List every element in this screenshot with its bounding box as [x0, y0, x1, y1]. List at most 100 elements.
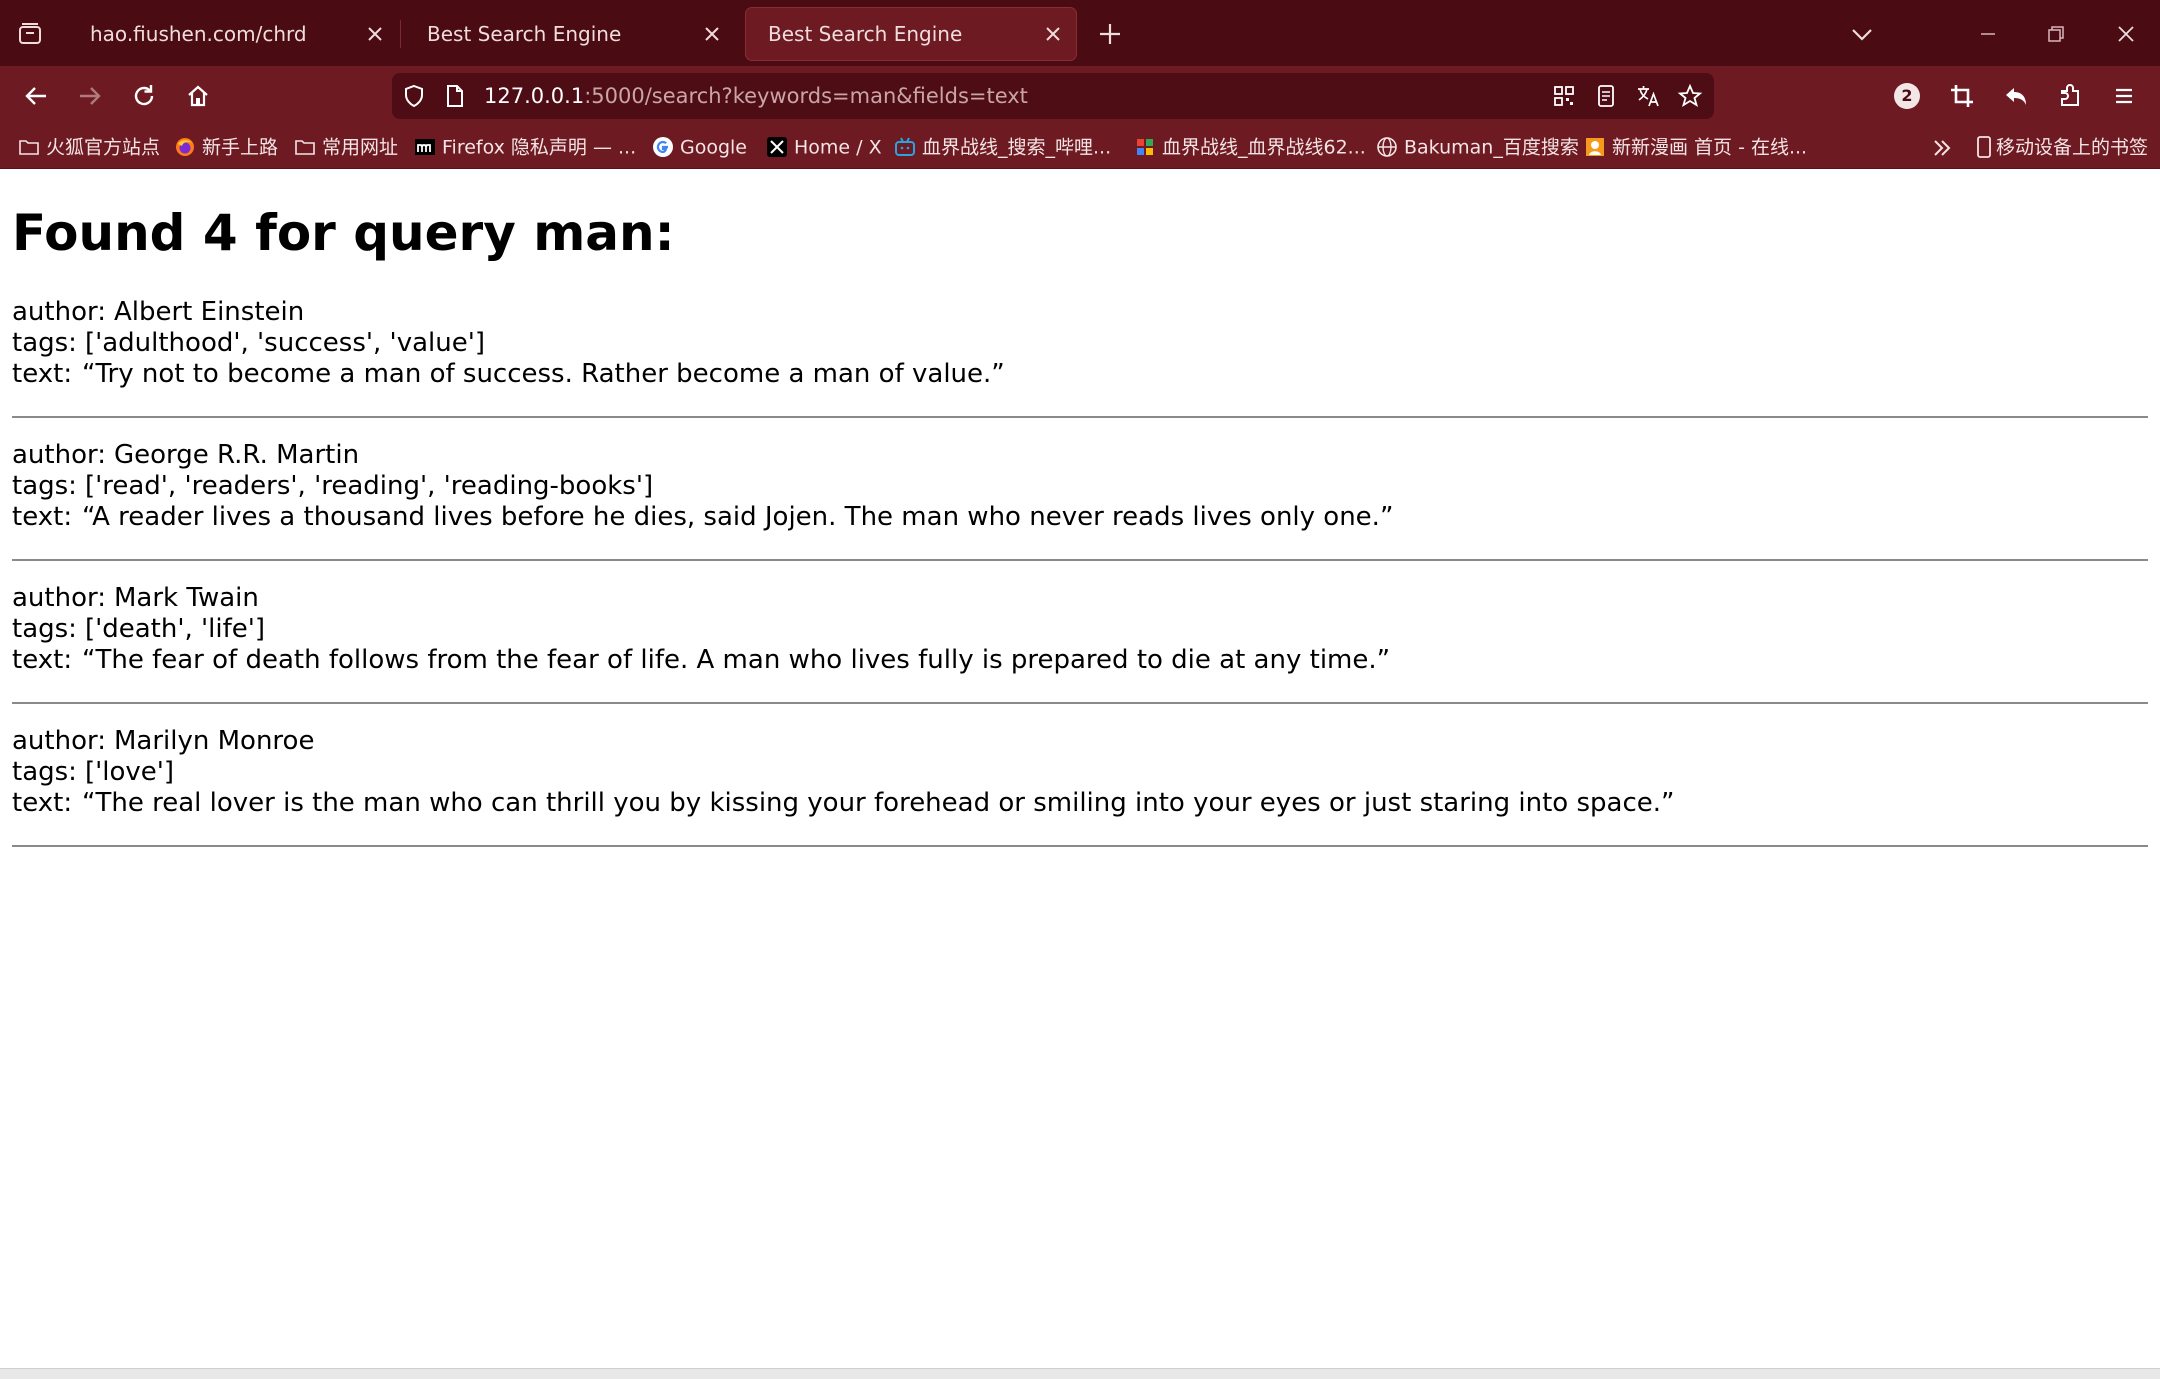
page-icon[interactable]: [440, 82, 468, 110]
tab-1[interactable]: hao.fiushen.com/chrd: [68, 8, 398, 60]
url-text[interactable]: 127.0.0.1:5000/search?keywords=man&field…: [484, 73, 1028, 119]
author-label: author:: [12, 440, 106, 470]
mobile-device-icon: [1977, 136, 1991, 158]
bookmarks-bar: 火狐官方站点 新手上路 常用网址 Firefox 隐私声明 — ... Goog…: [0, 126, 2160, 169]
minimize-icon[interactable]: [1968, 14, 2008, 54]
tab-title: Best Search Engine: [768, 22, 963, 46]
chevron-double-right-icon[interactable]: [1928, 134, 1956, 162]
close-icon[interactable]: [1040, 21, 1066, 47]
bookmark-item[interactable]: 火狐官方站点: [18, 126, 160, 168]
text-label: text:: [12, 502, 73, 532]
bookmark-star-icon[interactable]: [1676, 82, 1704, 110]
x-icon: [767, 137, 787, 157]
bookmark-item[interactable]: 血界战线_血界战线62...: [1134, 126, 1366, 168]
navigation-toolbar: 127.0.0.1:5000/search?keywords=man&field…: [0, 66, 2160, 126]
reader-view-icon[interactable]: [1592, 82, 1620, 110]
result-tags-line: tags: ['read', 'readers', 'reading', 'rea…: [12, 471, 2148, 502]
bookmark-item[interactable]: Google: [652, 126, 747, 168]
tab-title: hao.fiushen.com/chrd: [90, 22, 307, 46]
address-bar[interactable]: 127.0.0.1:5000/search?keywords=man&field…: [392, 73, 1714, 119]
bookmark-label: Firefox 隐私声明 — ...: [442, 136, 637, 159]
bookmark-item[interactable]: 血界战线_搜索_哔哩...: [894, 126, 1111, 168]
restore-icon[interactable]: [2036, 14, 2076, 54]
search-result: author: Albert Einstein tags: ['adulthood'…: [12, 297, 2148, 418]
search-result: author: George R.R. Martin tags: ['read', …: [12, 440, 2148, 561]
result-text: “The real lover is the man who can thril…: [82, 788, 1675, 818]
search-result: author: Marilyn Monroe tags: ['love'] text…: [12, 726, 2148, 847]
folder-icon: [295, 140, 315, 155]
result-tags: ['adulthood', 'success', 'value']: [84, 328, 486, 358]
result-author: Albert Einstein: [113, 297, 305, 327]
result-tags: ['death', 'life']: [84, 614, 266, 644]
result-divider: [12, 702, 2148, 704]
qr-code-icon[interactable]: [1550, 82, 1578, 110]
tags-label: tags:: [12, 757, 77, 787]
bookmark-label: 移动设备上的书签: [1996, 136, 2149, 159]
bookmark-label: 新手上路: [202, 136, 279, 159]
forward-arrow-icon[interactable]: [70, 76, 110, 116]
tab-2[interactable]: Best Search Engine: [405, 8, 735, 60]
result-author-line: author: George R.R. Martin: [12, 440, 2148, 471]
close-icon[interactable]: [699, 21, 725, 47]
tab-overview-icon[interactable]: [12, 16, 48, 52]
author-label: author:: [12, 297, 106, 327]
home-icon[interactable]: [178, 76, 218, 116]
url-path: :5000/search?keywords=man&fields=text: [584, 84, 1028, 108]
text-label: text:: [12, 359, 73, 389]
crop-icon[interactable]: [1942, 76, 1982, 116]
result-divider: [12, 559, 2148, 561]
result-author-line: author: Mark Twain: [12, 583, 2148, 614]
search-result: author: Mark Twain tags: ['death', 'life']…: [12, 583, 2148, 704]
bookmark-item[interactable]: Home / X: [766, 126, 882, 168]
translate-icon[interactable]: [1634, 82, 1662, 110]
bookmark-label: Bakuman_百度搜索: [1404, 136, 1579, 159]
page-title: Found 4 for query man:: [12, 204, 675, 262]
result-text: “Try not to become a man of success. Rat…: [82, 359, 1005, 389]
tab-title: Best Search Engine: [427, 22, 622, 46]
bookmark-label: 血界战线_血界战线62...: [1162, 136, 1366, 159]
bookmark-item[interactable]: Firefox 隐私声明 — ...: [414, 126, 636, 168]
extensions-puzzle-icon[interactable]: [2050, 76, 2090, 116]
result-tags-line: tags: ['love']: [12, 757, 2148, 788]
result-tags-line: tags: ['adulthood', 'success', 'value']: [12, 328, 2148, 359]
back-arrow-icon[interactable]: [16, 76, 56, 116]
bookmark-item[interactable]: 新手上路: [174, 126, 278, 168]
bookmark-label: 新新漫画 首页 - 在线...: [1612, 136, 1808, 159]
tags-label: tags:: [12, 328, 77, 358]
reload-icon[interactable]: [124, 76, 164, 116]
globe-icon: [1377, 137, 1397, 157]
shield-icon[interactable]: [400, 82, 428, 110]
bookmark-label: 火狐官方站点: [46, 136, 161, 159]
url-host: 127.0.0.1: [484, 84, 585, 108]
tab-separator: [400, 20, 401, 48]
result-author-line: author: Marilyn Monroe: [12, 726, 2148, 757]
bookmark-label: 血界战线_搜索_哔哩...: [922, 136, 1112, 159]
mobile-bookmarks-folder[interactable]: 移动设备上的书签: [1976, 126, 2148, 168]
undo-arrow-icon[interactable]: [1996, 76, 2036, 116]
new-tab-icon[interactable]: [1094, 18, 1126, 50]
result-author: George R.R. Martin: [113, 440, 360, 470]
hamburger-menu-icon[interactable]: [2104, 76, 2144, 116]
status-strip: [0, 1368, 2160, 1379]
bookmark-item[interactable]: 常用网址: [294, 126, 398, 168]
tab-3[interactable]: Best Search Engine: [746, 8, 1076, 60]
extension-count-badge[interactable]: 2: [1894, 83, 1920, 109]
chevron-down-icon[interactable]: [1842, 14, 1882, 54]
google-icon: [653, 137, 673, 157]
result-text-line: text: “The real lover is the man who can …: [12, 788, 2148, 819]
bilibili-icon: [895, 137, 915, 156]
close-window-icon[interactable]: [2106, 14, 2146, 54]
bookmark-item[interactable]: 新新漫画 首页 - 在线...: [1584, 126, 1807, 168]
result-divider: [12, 416, 2148, 418]
result-text: “The fear of death follows from the fear…: [82, 645, 1391, 675]
tags-label: tags:: [12, 614, 77, 644]
manga-icon: [1586, 138, 1604, 156]
bookmark-item[interactable]: Bakuman_百度搜索: [1376, 126, 1579, 168]
author-label: author:: [12, 583, 106, 613]
result-text-line: text: “Try not to become a man of success…: [12, 359, 2148, 390]
result-author-line: author: Albert Einstein: [12, 297, 2148, 328]
browser-window: hao.fiushen.com/chrd Best Search Engine …: [0, 0, 2160, 1379]
tags-label: tags:: [12, 471, 77, 501]
text-label: text:: [12, 645, 73, 675]
close-icon[interactable]: [362, 21, 388, 47]
